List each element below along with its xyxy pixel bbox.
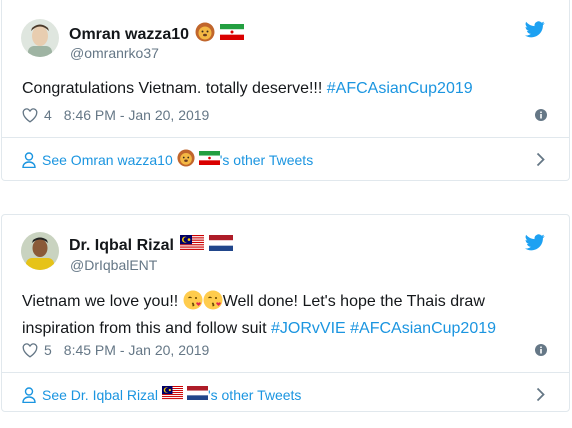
twitter-bird-icon[interactable] — [525, 21, 545, 38]
tweet-text-body: Vietnam we love you!! — [22, 293, 183, 310]
tweet-text: Congratulations Vietnam. totally deserve… — [22, 77, 547, 100]
other-tweets-label[interactable]: See Dr. Iqbal Rizal — [42, 387, 158, 403]
netherlands-flag — [186, 386, 208, 403]
like-count[interactable]: 4 — [44, 107, 52, 123]
info-icon[interactable] — [535, 344, 547, 356]
heart-icon[interactable] — [22, 107, 38, 123]
chevron-right-icon[interactable] — [536, 152, 545, 170]
other-tweets-label[interactable]: See Omran wazza10 — [42, 152, 173, 168]
display-name[interactable]: Dr. Iqbal Rizal — [69, 237, 174, 255]
hashtag-link[interactable]: #AFCAsianCup2019 — [350, 320, 496, 337]
malaysia-flag — [161, 386, 183, 403]
info-icon[interactable] — [535, 109, 547, 121]
iran-flag — [198, 151, 220, 168]
chevron-right-icon[interactable] — [536, 387, 545, 405]
tweet-card-iqbal[interactable]: Dr. Iqbal Rizal @DrIqbalENT 5 8:45 PM - … — [1, 214, 570, 412]
avatar[interactable] — [21, 232, 59, 270]
kiss-emoji — [183, 290, 203, 317]
person-icon — [22, 386, 36, 403]
iran-flag — [220, 24, 245, 45]
twitter-bird-icon[interactable] — [525, 234, 545, 251]
person-icon — [22, 151, 36, 168]
avatar[interactable] — [21, 19, 59, 57]
handle[interactable]: @DrIqbalENT — [70, 257, 157, 273]
netherlands-flag — [208, 235, 233, 256]
other-tweets-suffix[interactable]: 's other Tweets — [220, 152, 313, 168]
display-name[interactable]: Omran wazza10 — [69, 26, 189, 44]
malaysia-flag — [179, 235, 204, 256]
handle[interactable]: @omranrko37 — [70, 45, 159, 61]
hashtag-link[interactable]: #JORvVIE — [271, 320, 346, 337]
tweet-text-body: Congratulations Vietnam. totally deserve… — [22, 80, 327, 97]
other-tweets-suffix[interactable]: 's other Tweets — [208, 387, 301, 403]
like-count[interactable]: 5 — [44, 342, 52, 358]
tweet-text: Vietnam we love you!! Well done! Let's h… — [22, 290, 547, 340]
heart-icon[interactable] — [22, 342, 38, 358]
timestamp[interactable]: 8:45 PM - Jan 20, 2019 — [64, 342, 210, 358]
lion-emoji — [177, 149, 195, 170]
other-tweets-link[interactable]: See Omran wazza10 's other Tweets — [2, 138, 569, 181]
kiss-emoji — [203, 290, 223, 317]
timestamp[interactable]: 8:46 PM - Jan 20, 2019 — [64, 107, 210, 123]
tweet-card-omran[interactable]: Omran wazza10 @omranrko37 Congratulation… — [1, 0, 570, 181]
lion-emoji — [195, 22, 215, 47]
other-tweets-link[interactable]: See Dr. Iqbal Rizal 's other Tweets — [2, 373, 569, 416]
hashtag-link[interactable]: #AFCAsianCup2019 — [327, 80, 473, 97]
